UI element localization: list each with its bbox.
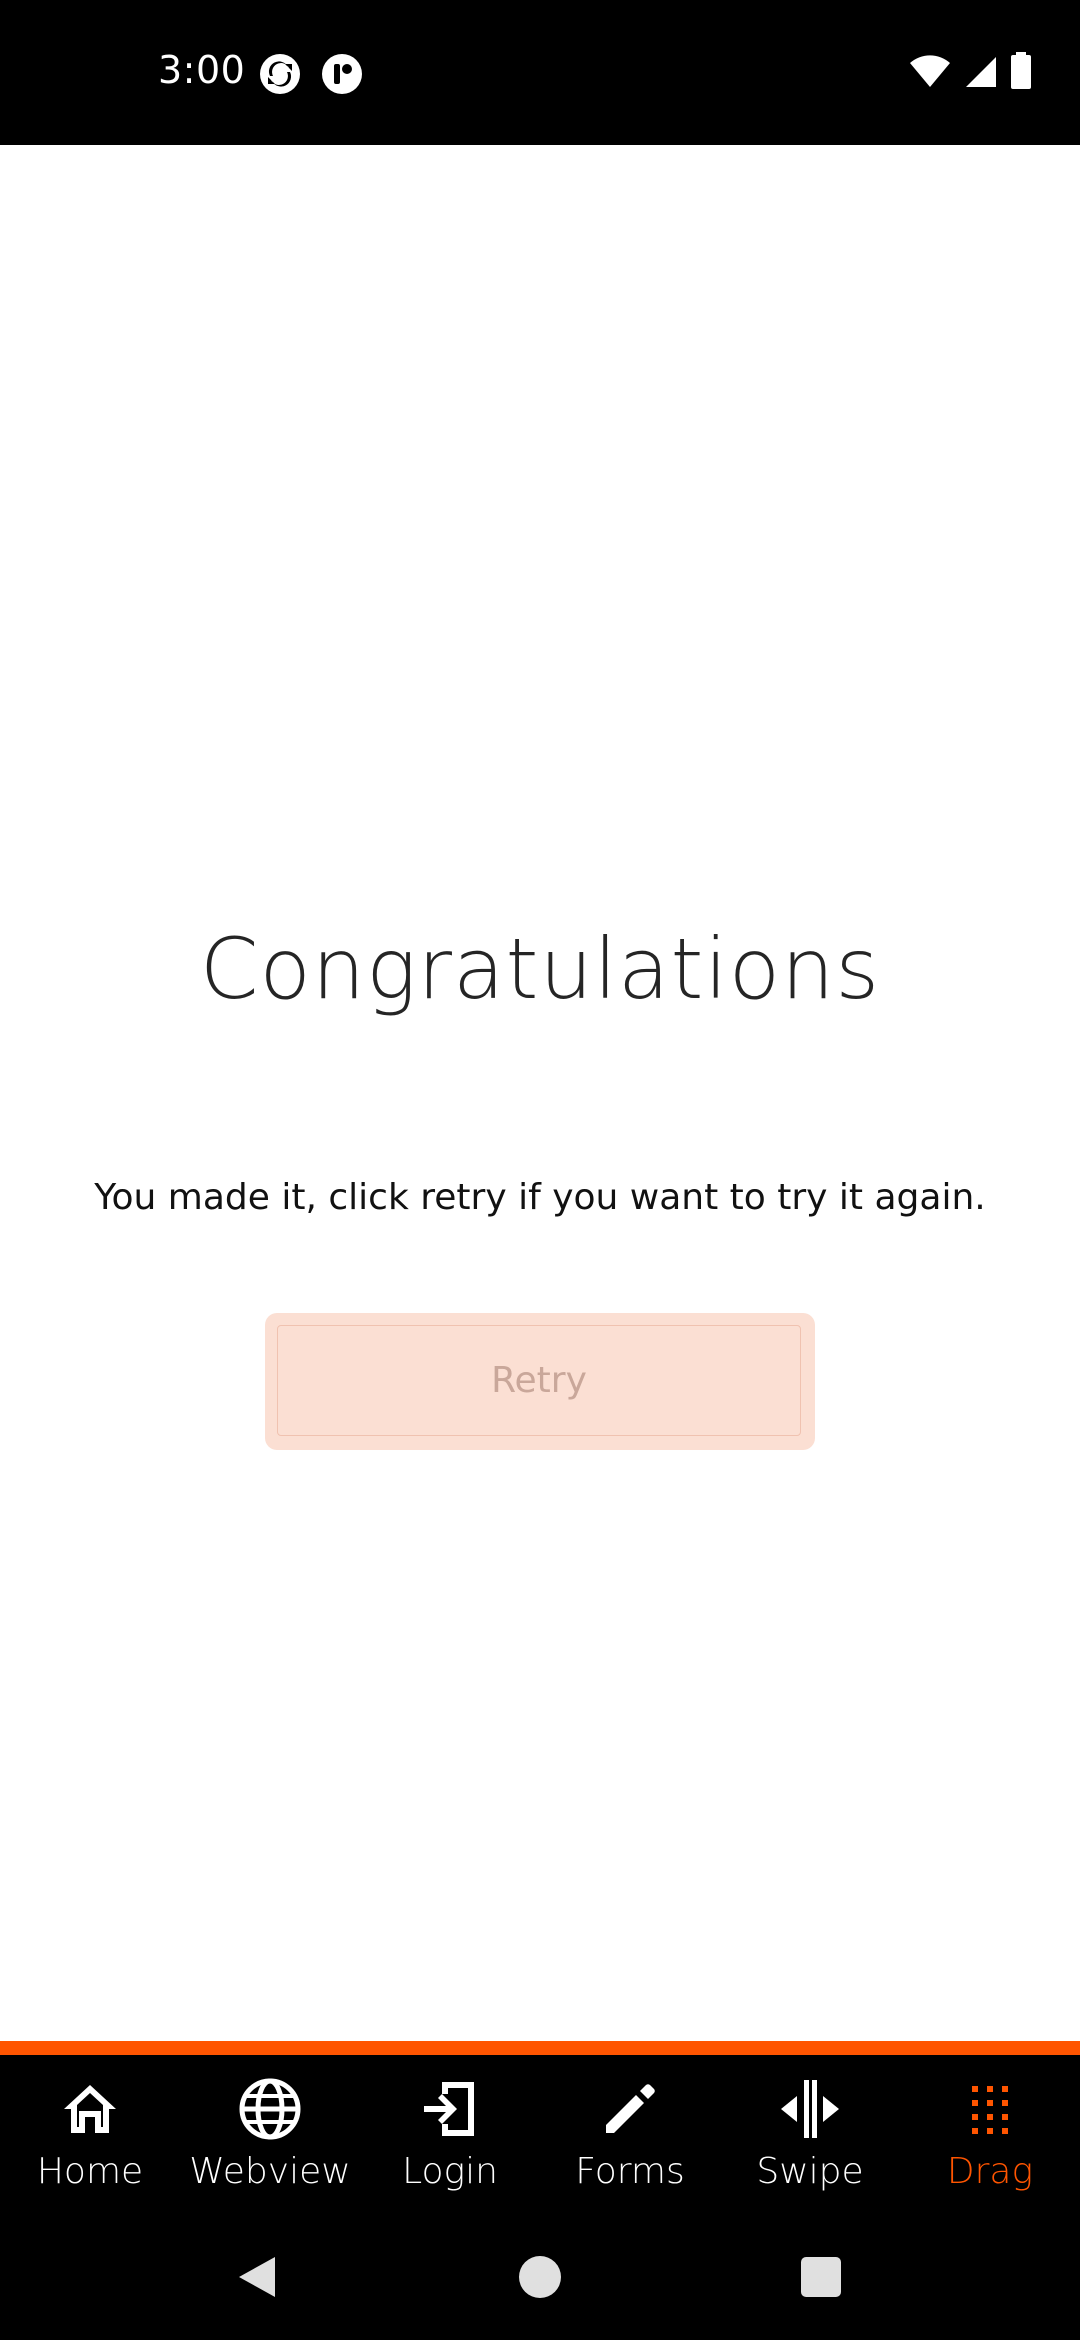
tab-bar-accent-line [0,2041,1080,2055]
globe-icon [238,2077,302,2141]
tab-home[interactable]: Home [0,2055,180,2225]
retry-button[interactable]: Retry [277,1325,801,1436]
tab-drag-label: Drag [946,2151,1034,2192]
home-nav-icon[interactable] [519,2256,561,2298]
status-right-icons [908,52,1032,95]
system-nav-bar [0,2225,1080,2340]
battery-icon [1010,52,1032,95]
pencil-icon [598,2077,662,2141]
tab-webview[interactable]: Webview [180,2055,360,2225]
bottom-tab-bar: Home Webview Login Forms Swipe Drag [0,2055,1080,2225]
back-icon[interactable] [237,2255,277,2304]
tab-webview-label: Webview [189,2151,351,2192]
login-icon [418,2077,482,2141]
success-message: You made it, click retry if you want to … [94,1177,986,1218]
tab-swipe[interactable]: Swipe [720,2055,900,2225]
notification-app-icon [320,52,364,101]
tab-login[interactable]: Login [360,2055,540,2225]
status-left-icons [258,52,364,101]
status-time: 3:00 [158,48,246,92]
retry-button-container: Retry [265,1313,815,1450]
tab-swipe-label: Swipe [756,2151,864,2192]
tab-login-label: Login [402,2151,498,2192]
swipe-icon [778,2077,842,2141]
tab-forms-label: Forms [575,2151,685,2192]
recents-icon[interactable] [801,2257,841,2297]
tab-forms[interactable]: Forms [540,2055,720,2225]
app-screen: 3:00 Congratulations You made it, click … [0,0,1080,2340]
page-title: Congratulations [199,920,881,1018]
cell-signal-icon [964,53,998,94]
grid-dots-icon [958,2077,1022,2141]
status-bar: 3:00 [0,0,1080,145]
wifi-icon [908,53,952,94]
tab-drag[interactable]: Drag [900,2055,1080,2225]
home-icon [58,2077,122,2141]
tab-home-label: Home [36,2151,144,2192]
sync-app-icon [258,52,302,101]
